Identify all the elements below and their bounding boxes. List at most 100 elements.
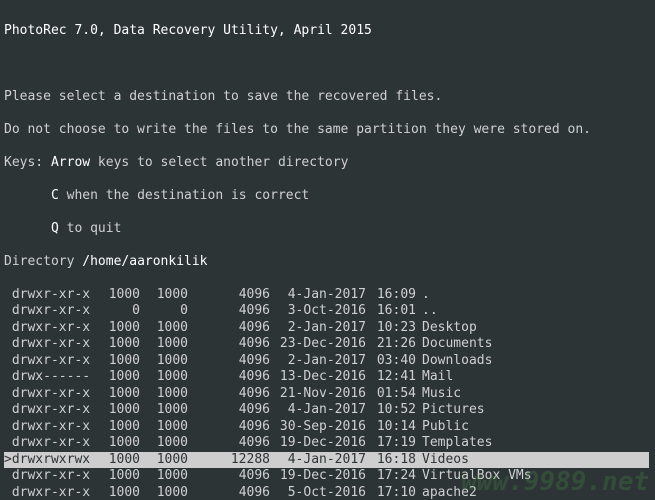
time: 10:52	[366, 402, 416, 419]
file-name: Downloads	[416, 353, 492, 370]
uid: 1000	[92, 287, 140, 304]
file-row[interactable]: drwxr-xr-x10001000409623-Dec-201621:26Do…	[4, 336, 649, 353]
keys-line-c: C when the destination is correct	[4, 188, 649, 205]
file-row[interactable]: drwxr-xr-x10001000409619-Dec-201617:24Vi…	[4, 468, 649, 485]
perm: drwxr-xr-x	[4, 485, 92, 500]
perm: drwxr-xr-x	[4, 402, 92, 419]
file-row[interactable]: drwxr-xr-x1000100040964-Jan-201710:52Pic…	[4, 402, 649, 419]
uid: 1000	[92, 369, 140, 386]
date: 4-Jan-2017	[270, 287, 366, 304]
file-name: Desktop	[416, 320, 477, 337]
file-row[interactable]: drwxr-xr-x1000100040965-Oct-201617:10apa…	[4, 485, 649, 500]
file-row[interactable]: drwxr-xr-x0040963-Oct-201616:01..	[4, 303, 649, 320]
time: 16:01	[366, 303, 416, 320]
file-row[interactable]: drwxr-xr-x10001000409630-Sep-201610:14Pu…	[4, 419, 649, 436]
gid: 1000	[140, 386, 188, 403]
terminal-screen[interactable]: PhotoRec 7.0, Data Recovery Utility, Apr…	[0, 0, 655, 500]
perm: drwxr-xr-x	[4, 353, 92, 370]
file-name: Videos	[416, 452, 469, 469]
file-name: Templates	[416, 435, 492, 452]
time: 17:10	[366, 485, 416, 500]
time: 01:54	[366, 386, 416, 403]
date: 21-Nov-2016	[270, 386, 366, 403]
gid: 1000	[140, 468, 188, 485]
gid: 1000	[140, 402, 188, 419]
gid: 1000	[140, 452, 188, 469]
size: 4096	[188, 419, 270, 436]
date: 3-Oct-2016	[270, 303, 366, 320]
gid: 1000	[140, 336, 188, 353]
gid: 1000	[140, 287, 188, 304]
uid: 1000	[92, 485, 140, 500]
arrow-key-label: Arrow	[51, 155, 90, 170]
directory-line: Directory /home/aaronkilik	[4, 254, 649, 271]
size: 12288	[188, 452, 270, 469]
file-name: .	[416, 287, 430, 304]
uid: 1000	[92, 435, 140, 452]
size: 4096	[188, 287, 270, 304]
perm: drwxr-xr-x	[4, 386, 92, 403]
c-key-label: C	[51, 188, 59, 203]
size: 4096	[188, 320, 270, 337]
time: 17:24	[366, 468, 416, 485]
file-name: VirtualBox VMs	[416, 468, 532, 485]
uid: 1000	[92, 386, 140, 403]
uid: 1000	[92, 320, 140, 337]
size: 4096	[188, 402, 270, 419]
time: 12:41	[366, 369, 416, 386]
uid: 1000	[92, 468, 140, 485]
size: 4096	[188, 353, 270, 370]
perm: drwxr-xr-x	[4, 320, 92, 337]
gid: 1000	[140, 369, 188, 386]
file-row[interactable]: drwxr-xr-x1000100040962-Jan-201703:40Dow…	[4, 353, 649, 370]
uid: 1000	[92, 353, 140, 370]
prompt-line-2: Do not choose to write the files to the …	[4, 122, 649, 139]
directory-path: /home/aaronkilik	[82, 254, 207, 269]
date: 2-Jan-2017	[270, 353, 366, 370]
time: 17:19	[366, 435, 416, 452]
file-row[interactable]: drwxr-xr-x1000100040962-Jan-201710:23Des…	[4, 320, 649, 337]
gid: 1000	[140, 435, 188, 452]
date: 4-Jan-2017	[270, 452, 366, 469]
size: 4096	[188, 336, 270, 353]
q-key-label: Q	[51, 221, 59, 236]
date: 19-Dec-2016	[270, 468, 366, 485]
file-name: Public	[416, 419, 469, 436]
size: 4096	[188, 303, 270, 320]
blank-line	[4, 56, 649, 73]
file-name: Documents	[416, 336, 492, 353]
file-name: Mail	[416, 369, 453, 386]
perm: drwxr-xr-x	[4, 336, 92, 353]
uid: 1000	[92, 402, 140, 419]
app-title: PhotoRec 7.0, Data Recovery Utility, Apr…	[4, 23, 649, 40]
file-listing[interactable]: drwxr-xr-x1000100040964-Jan-201716:09. d…	[4, 287, 649, 500]
date: 23-Dec-2016	[270, 336, 366, 353]
date: 30-Sep-2016	[270, 419, 366, 436]
file-name: Pictures	[416, 402, 485, 419]
file-name: ..	[416, 303, 438, 320]
perm: drwxr-xr-x	[4, 468, 92, 485]
gid: 1000	[140, 419, 188, 436]
gid: 0	[140, 303, 188, 320]
perm: drwxr-xr-x	[4, 419, 92, 436]
gid: 1000	[140, 485, 188, 500]
size: 4096	[188, 435, 270, 452]
uid: 1000	[92, 336, 140, 353]
uid: 0	[92, 303, 140, 320]
file-row[interactable]: drwxr-xr-x1000100040964-Jan-201716:09.	[4, 287, 649, 304]
date: 5-Oct-2016	[270, 485, 366, 500]
uid: 1000	[92, 419, 140, 436]
file-name: Music	[416, 386, 461, 403]
perm: >drwxrwxrwx	[4, 452, 92, 469]
gid: 1000	[140, 353, 188, 370]
file-row[interactable]: drwxr-xr-x10001000409621-Nov-201601:54Mu…	[4, 386, 649, 403]
time: 03:40	[366, 353, 416, 370]
size: 4096	[188, 369, 270, 386]
date: 4-Jan-2017	[270, 402, 366, 419]
size: 4096	[188, 386, 270, 403]
file-row[interactable]: drwx------10001000409613-Dec-201612:41Ma…	[4, 369, 649, 386]
perm: drwx------	[4, 369, 92, 386]
file-row[interactable]: >drwxrwxrwx10001000122884-Jan-201716:18V…	[4, 452, 649, 469]
perm: drwxr-xr-x	[4, 287, 92, 304]
file-row[interactable]: drwxr-xr-x10001000409619-Dec-201617:19Te…	[4, 435, 649, 452]
